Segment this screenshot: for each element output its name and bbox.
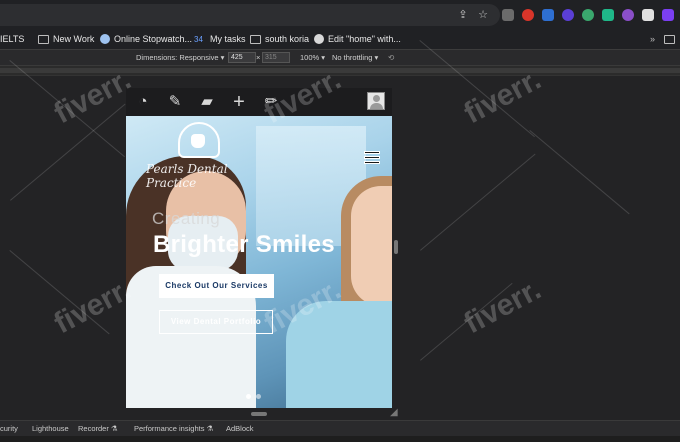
throttle-dropdown[interactable]: No throttling ▾ — [332, 53, 378, 62]
ruler-segment — [0, 68, 680, 73]
device-toolbar: Dimensions: Responsive ▾ 425 × 315 100% … — [0, 50, 680, 66]
dashboard-icon[interactable]: ◔ — [134, 93, 152, 111]
stopwatch-icon — [100, 34, 110, 44]
extension-icon[interactable] — [542, 9, 554, 21]
comment-icon[interactable]: ▰ — [198, 93, 216, 111]
bookmark-label: south koria — [265, 34, 310, 44]
wp-admin-bar: ◔ ✎ ▰ + ✏ — [126, 88, 392, 116]
wordpress-icon — [314, 34, 324, 44]
resize-handle-bottom[interactable] — [251, 412, 267, 416]
site-logo-text[interactable]: Pearls Dental Practice — [146, 162, 266, 190]
slider-dot[interactable] — [256, 394, 261, 399]
address-bar[interactable] — [0, 4, 500, 26]
bookmark-label: Online Stopwatch... — [114, 34, 193, 44]
tab-performance-insights[interactable]: Performance insights ⚗ — [134, 424, 213, 433]
bookmark-item[interactable] — [664, 32, 675, 46]
tab-adblock[interactable]: AdBlock — [226, 424, 254, 433]
tasks-icon: 34 — [194, 34, 203, 44]
bookmarks-overflow-icon[interactable]: » — [650, 32, 655, 46]
patient-face — [351, 186, 392, 306]
extension-icon[interactable] — [502, 9, 514, 21]
slider-dots — [246, 394, 261, 399]
browser-top-bar: ⇪ ☆ — [0, 0, 680, 28]
extension-icon[interactable] — [602, 9, 614, 21]
bookmark-label: My tasks — [210, 34, 246, 44]
dimension-separator: × — [256, 53, 261, 62]
menu-icon[interactable] — [364, 151, 380, 169]
bookmark-item[interactable]: 34 My tasks — [194, 32, 246, 46]
extension-icon[interactable] — [522, 9, 534, 21]
tab-lighthouse[interactable]: Lighthouse — [32, 424, 69, 433]
slider-dot[interactable] — [246, 394, 251, 399]
hero-subtitle: Creating — [152, 209, 221, 228]
bookmark-label: New Work — [53, 34, 95, 44]
zoom-label: 100% — [300, 53, 320, 62]
pencil-icon[interactable]: ✏ — [262, 93, 280, 111]
menu-bar — [364, 156, 380, 159]
height-input[interactable]: 315 — [262, 52, 290, 63]
share-icon[interactable]: ⇪ — [456, 8, 470, 22]
bookmark-item[interactable]: Edit "home" with... — [314, 32, 401, 46]
site-viewport: Pearls Dental Practice Creating Brighter… — [126, 116, 392, 408]
throttle-label: No throttling — [332, 53, 373, 62]
bookmark-item[interactable]: New Work — [38, 32, 94, 46]
menu-bar — [364, 151, 380, 154]
folder-icon — [38, 34, 49, 44]
menu-bar — [364, 161, 380, 164]
tab-recorder[interactable]: Recorder ⚗ — [78, 424, 118, 433]
folder-icon — [250, 34, 261, 44]
dimensions-label: Dimensions: Responsive — [136, 53, 219, 62]
devtools-panel-edge — [0, 436, 680, 442]
services-button[interactable]: Check Out Our Services — [159, 274, 274, 298]
folder-icon — [664, 34, 675, 44]
brush-icon[interactable]: ✎ — [166, 93, 184, 111]
extension-icon[interactable] — [582, 9, 594, 21]
hero-title: Brighter Smiles — [153, 231, 335, 258]
media-query-bar — [0, 66, 680, 76]
bookmark-item[interactable]: south koria — [250, 32, 309, 46]
zoom-dropdown[interactable]: 100% ▾ — [300, 53, 325, 62]
portfolio-button[interactable]: View Dental Portfolio — [159, 310, 273, 334]
extension-icon[interactable] — [662, 9, 674, 21]
patient-bib — [286, 301, 392, 408]
logo-shell-icon[interactable] — [178, 122, 220, 158]
extension-icon[interactable] — [622, 9, 634, 21]
devtools-tab-bar: curity Lighthouse Recorder ⚗ Performance… — [0, 420, 680, 436]
plus-icon[interactable]: + — [230, 92, 248, 112]
width-input[interactable]: 425 — [228, 52, 256, 63]
star-icon[interactable]: ☆ — [476, 8, 490, 22]
resize-corner-icon[interactable]: ◢ — [390, 408, 400, 418]
tab-security[interactable]: curity — [0, 424, 18, 433]
bookmark-item[interactable]: IELTS — [0, 32, 24, 46]
dimensions-dropdown[interactable]: Dimensions: Responsive ▾ — [136, 53, 224, 62]
resize-handle-right[interactable] — [394, 240, 398, 254]
bookmark-item[interactable]: Online Stopwatch... — [100, 32, 192, 46]
bookmarks-bar: IELTS New Work Online Stopwatch... 34 My… — [0, 28, 680, 50]
extension-icon[interactable] — [562, 9, 574, 21]
bookmark-label: Edit "home" with... — [328, 34, 401, 44]
user-avatar-icon[interactable] — [367, 92, 385, 110]
bookmark-label: IELTS — [0, 34, 25, 44]
rotate-icon[interactable]: ⟲ — [388, 53, 394, 62]
extension-icon[interactable] — [642, 9, 654, 21]
